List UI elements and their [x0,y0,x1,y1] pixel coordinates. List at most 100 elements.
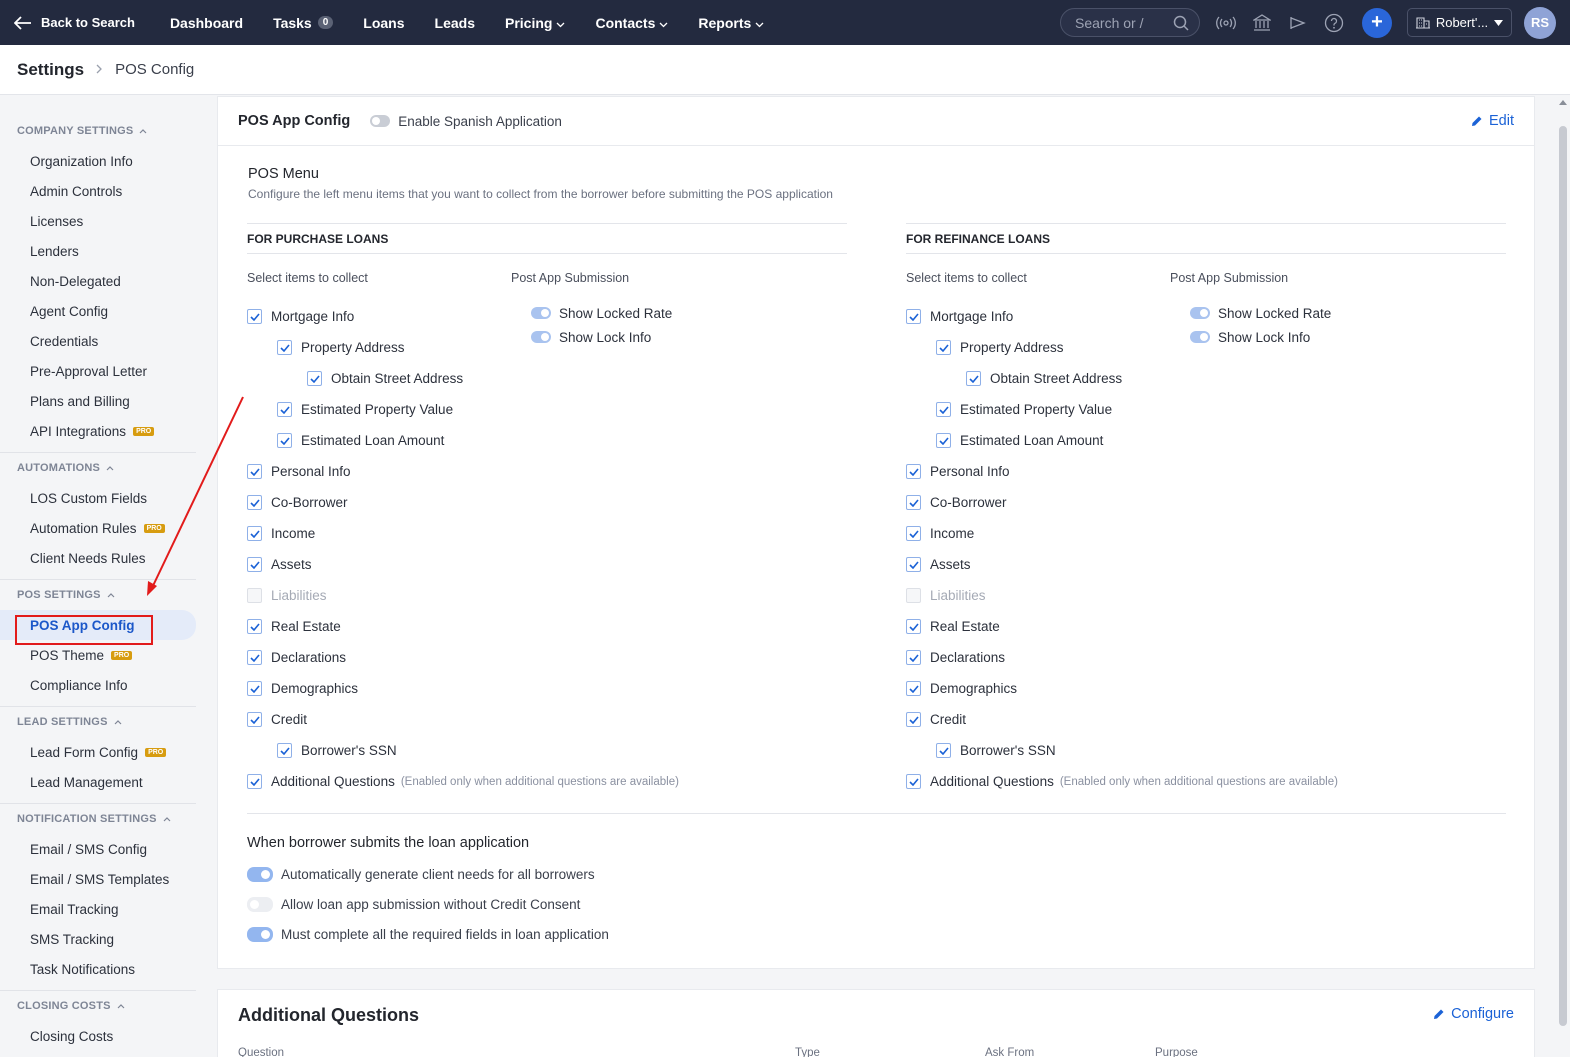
submit-option-allow-loan-app-submission-without-credit-consent[interactable]: Allow loan app submission without Credit… [247,889,609,919]
checkbox-checked-icon[interactable] [906,774,921,789]
checkbox-checked-icon[interactable] [247,557,262,572]
nav-pricing[interactable]: Pricing [505,15,565,31]
checkbox-checked-icon[interactable] [277,743,292,758]
nav-loans[interactable]: Loans [363,15,404,31]
user-dropdown[interactable]: Robert'... [1407,8,1512,37]
checkbox-checked-icon[interactable] [906,619,921,634]
checkbox-assets[interactable]: Assets [247,549,507,580]
sidebar-item-licenses[interactable]: Licenses [0,206,206,236]
checkbox-liabilities[interactable]: Liabilities [906,580,1166,611]
add-button[interactable]: + [1362,7,1392,38]
checkbox-real-estate[interactable]: Real Estate [906,611,1166,642]
back-to-search-link[interactable]: Back to Search [14,15,135,30]
scroll-thumb[interactable] [1559,126,1567,1026]
checkbox-personal-info[interactable]: Personal Info [247,456,507,487]
checkbox-checked-icon[interactable] [936,402,951,417]
announcement-icon[interactable] [1288,13,1308,33]
spanish-toggle[interactable] [370,115,391,127]
avatar[interactable]: RS [1524,6,1556,39]
scroll-up-icon[interactable] [1559,100,1567,105]
nav-reports[interactable]: Reports [698,15,764,31]
checkbox-declarations[interactable]: Declarations [906,642,1166,673]
checkbox-checked-icon[interactable] [936,340,951,355]
checkbox-checked-icon[interactable] [906,464,921,479]
checkbox-checked-icon[interactable] [906,681,921,696]
toggle-show-locked-rate[interactable]: Show Locked Rate [531,301,672,325]
sidebar-item-lead-management[interactable]: Lead Management [0,767,206,797]
submit-option-must-complete-all-the-required-fields-in-loan-application[interactable]: Must complete all the required fields in… [247,919,609,949]
toggle-switch[interactable] [247,896,273,912]
toggle-show-lock-info[interactable]: Show Lock Info [1190,325,1331,349]
breadcrumb-root[interactable]: Settings [17,60,84,80]
checkbox-checked-icon[interactable] [936,433,951,448]
checkbox-checked-icon[interactable] [277,402,292,417]
sidebar-item-task-notifications[interactable]: Task Notifications [0,954,206,984]
sidebar-item-closing-costs[interactable]: Closing Costs [0,1021,206,1051]
sidebar-item-non-delegated[interactable]: Non-Delegated [0,266,206,296]
sidebar-section-automations[interactable]: AUTOMATIONS [0,453,206,483]
checkbox-checked-icon[interactable] [247,495,262,510]
sidebar-item-email-sms-config[interactable]: Email / SMS Config [0,834,206,864]
sidebar-item-automation-rules[interactable]: Automation Rules PRO [0,513,206,543]
checkbox-borrower-s-ssn[interactable]: Borrower's SSN [906,735,1166,766]
checkbox-checked-icon[interactable] [906,650,921,665]
sidebar-item-lenders[interactable]: Lenders [0,236,206,266]
sidebar-item-pos-theme[interactable]: POS Theme PRO [0,640,206,670]
checkbox-checked-icon[interactable] [906,495,921,510]
checkbox-checked-icon[interactable] [307,371,322,386]
checkbox-empty-icon[interactable] [906,588,921,603]
checkbox-mortgage-info[interactable]: Mortgage Info [906,301,1166,332]
checkbox-property-address[interactable]: Property Address [247,332,507,363]
checkbox-demographics[interactable]: Demographics [247,673,507,704]
page-scrollbar[interactable] [1555,96,1570,1057]
checkbox-empty-icon[interactable] [247,588,262,603]
sidebar-item-pos-app-config[interactable]: POS App Config [0,610,196,640]
sidebar-item-lead-form-config[interactable]: Lead Form Config PRO [0,737,206,767]
toggle-show-locked-rate[interactable]: Show Locked Rate [1190,301,1331,325]
checkbox-checked-icon[interactable] [277,433,292,448]
checkbox-credit[interactable]: Credit [906,704,1166,735]
checkbox-mortgage-info[interactable]: Mortgage Info [247,301,507,332]
checkbox-additional-questions[interactable]: Additional Questions (Enabled only when a… [906,766,1338,797]
sidebar-item-admin-controls[interactable]: Admin Controls [0,176,206,206]
checkbox-checked-icon[interactable] [906,712,921,727]
checkbox-assets[interactable]: Assets [906,549,1166,580]
checkbox-estimated-property-value[interactable]: Estimated Property Value [906,394,1166,425]
checkbox-credit[interactable]: Credit [247,704,507,735]
broadcast-icon[interactable] [1216,13,1236,33]
checkbox-co-borrower[interactable]: Co-Borrower [247,487,507,518]
checkbox-estimated-loan-amount[interactable]: Estimated Loan Amount [247,425,507,456]
checkbox-borrower-s-ssn[interactable]: Borrower's SSN [247,735,507,766]
checkbox-estimated-property-value[interactable]: Estimated Property Value [247,394,507,425]
nav-tasks[interactable]: Tasks 0 [273,15,334,31]
checkbox-real-estate[interactable]: Real Estate [247,611,507,642]
checkbox-income[interactable]: Income [906,518,1166,549]
sidebar-item-organization-info[interactable]: Organization Info [0,146,206,176]
checkbox-income[interactable]: Income [247,518,507,549]
checkbox-checked-icon[interactable] [247,526,262,541]
nav-contacts[interactable]: Contacts [595,15,668,31]
toggle-show-lock-info[interactable]: Show Lock Info [531,325,672,349]
sidebar-item-compliance-info[interactable]: Compliance Info [0,670,206,700]
checkbox-property-address[interactable]: Property Address [906,332,1166,363]
checkbox-checked-icon[interactable] [247,774,262,789]
checkbox-co-borrower[interactable]: Co-Borrower [906,487,1166,518]
checkbox-demographics[interactable]: Demographics [906,673,1166,704]
sidebar-item-pre-approval-letter[interactable]: Pre-Approval Letter [0,356,206,386]
sidebar-item-los-custom-fields[interactable]: LOS Custom Fields [0,483,206,513]
sidebar-section-pos-settings[interactable]: POS SETTINGS [0,580,206,610]
configure-button[interactable]: Configure [1433,1006,1514,1022]
bank-icon[interactable] [1252,13,1272,33]
toggle-switch[interactable] [531,331,551,343]
nav-dashboard[interactable]: Dashboard [170,15,243,31]
checkbox-checked-icon[interactable] [247,309,262,324]
checkbox-personal-info[interactable]: Personal Info [906,456,1166,487]
checkbox-checked-icon[interactable] [247,464,262,479]
checkbox-checked-icon[interactable] [247,681,262,696]
checkbox-checked-icon[interactable] [906,526,921,541]
checkbox-obtain-street-address[interactable]: Obtain Street Address [906,363,1166,394]
nav-leads[interactable]: Leads [435,15,475,31]
sidebar-item-credentials[interactable]: Credentials [0,326,206,356]
sidebar-section-notification-settings[interactable]: NOTIFICATION SETTINGS [0,804,206,834]
sidebar-section-closing-costs[interactable]: CLOSING COSTS [0,991,206,1021]
